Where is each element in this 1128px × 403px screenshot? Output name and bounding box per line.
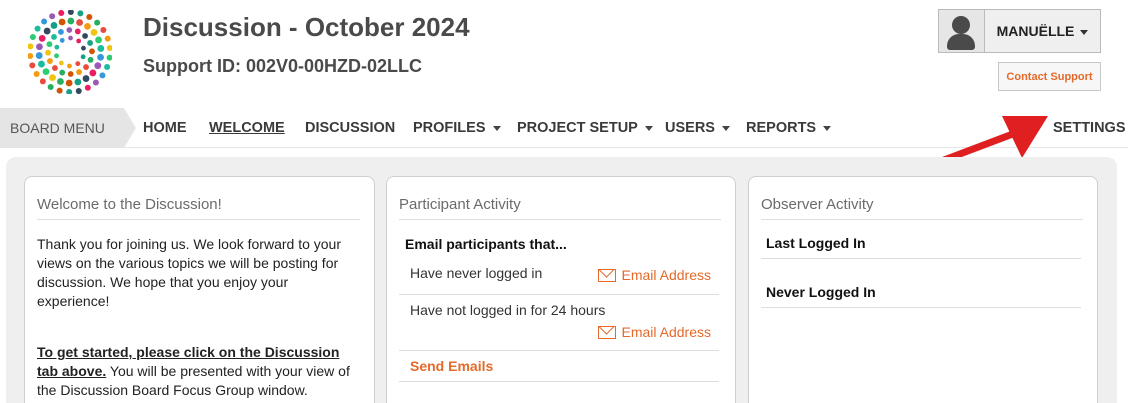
nav-project-setup-label: PROJECT SETUP xyxy=(517,120,638,136)
row-label: Have never logged in xyxy=(410,265,543,281)
user-name: MANUËLLE xyxy=(996,23,1075,39)
nav-home[interactable]: HOME xyxy=(143,108,187,148)
nav-settings[interactable]: SETTINGS xyxy=(1053,108,1126,148)
send-emails-row: Send Emails xyxy=(399,351,719,382)
participant-panel-title: Participant Activity xyxy=(399,196,521,213)
nav-home-label: HOME xyxy=(143,120,187,136)
chevron-down-icon xyxy=(823,125,832,131)
nav-users[interactable]: USERS xyxy=(665,108,730,148)
nav-welcome-label: WELCOME xyxy=(209,120,285,136)
nav-users-label: USERS xyxy=(665,120,715,136)
observer-activity-panel: Observer Activity Last Logged In Never L… xyxy=(748,176,1098,403)
last-logged-in-label: Last Logged In xyxy=(766,235,866,251)
nav-discussion[interactable]: DISCUSSION xyxy=(305,108,395,148)
email-address-link[interactable]: Email Address xyxy=(597,267,711,283)
nav-reports[interactable]: REPORTS xyxy=(746,108,832,148)
logo xyxy=(28,10,112,94)
nav-discussion-label: DISCUSSION xyxy=(305,120,396,136)
row-label: Have not logged in for 24 hours xyxy=(410,302,606,318)
chevron-down-icon xyxy=(644,125,653,131)
nav-project-setup[interactable]: PROJECT SETUP xyxy=(517,108,653,148)
user-menu-button[interactable]: MANUËLLE xyxy=(938,9,1101,53)
list-item: Have never logged in Email Address xyxy=(399,257,719,295)
welcome-panel-title: Welcome to the Discussion! xyxy=(37,196,222,213)
mail-icon xyxy=(597,268,616,282)
observer-panel-title: Observer Activity xyxy=(761,196,874,213)
never-logged-in-label: Never Logged In xyxy=(766,284,876,300)
chevron-down-icon xyxy=(1080,29,1089,35)
support-id: Support ID: 002V0-00HZD-02LLC xyxy=(143,56,423,76)
email-address-link[interactable]: Email Address xyxy=(597,324,711,340)
participant-activity-panel: Participant Activity Email participants … xyxy=(386,176,736,403)
nav-settings-label: SETTINGS xyxy=(1053,120,1126,136)
welcome-instructions: To get started, please click on the Disc… xyxy=(37,343,362,400)
chevron-down-icon xyxy=(721,125,730,131)
mail-icon xyxy=(597,325,616,339)
list-item: Have not logged in for 24 hours Email Ad… xyxy=(399,295,719,351)
welcome-panel: Welcome to the Discussion! Thank you for… xyxy=(24,176,375,403)
email-participants-heading: Email participants that... xyxy=(405,236,567,252)
email-address-label: Email Address xyxy=(621,324,711,340)
nav-profiles[interactable]: PROFILES xyxy=(413,108,501,148)
nav-reports-label: REPORTS xyxy=(746,120,817,136)
board-menu-label: BOARD MENU xyxy=(0,108,136,148)
page-title: Discussion - October 2024 xyxy=(143,12,470,42)
list-item: Never Logged In xyxy=(761,284,1081,308)
email-address-label: Email Address xyxy=(621,267,711,283)
contact-support-button[interactable]: Contact Support xyxy=(998,62,1101,91)
user-avatar-icon xyxy=(939,10,985,52)
chevron-down-icon xyxy=(492,125,501,131)
nav-welcome[interactable]: WELCOME xyxy=(209,108,285,148)
list-item: Last Logged In xyxy=(761,235,1081,259)
send-emails-button[interactable]: Send Emails xyxy=(410,358,493,374)
nav-profiles-label: PROFILES xyxy=(413,120,486,136)
welcome-paragraph: Thank you for joining us. We look forwar… xyxy=(37,236,342,309)
